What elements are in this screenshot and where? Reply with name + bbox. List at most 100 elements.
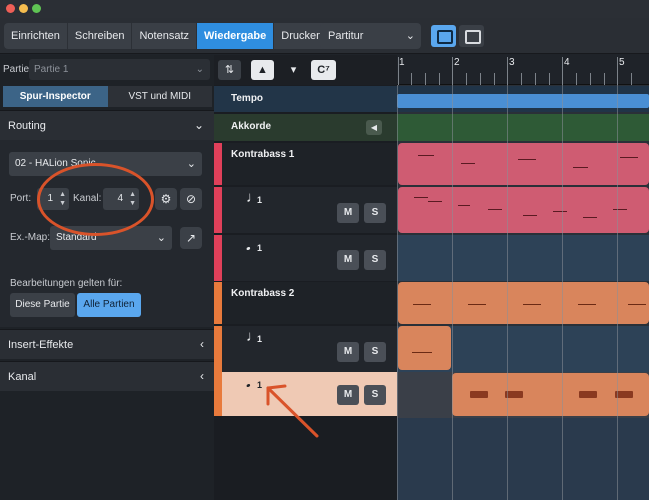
kanal-value: 4 xyxy=(117,193,123,204)
midi-note xyxy=(620,157,638,158)
gear-icon[interactable]: ⚙ xyxy=(155,188,177,210)
midi-note xyxy=(523,304,541,305)
partie-select[interactable]: Partie 1 ⌄ xyxy=(29,59,210,80)
metronome-icon[interactable]: ▲ xyxy=(251,60,274,80)
kb1-voice1-region[interactable] xyxy=(398,187,649,233)
chevron-left-icon: ‹ xyxy=(200,337,204,351)
channel-section-header[interactable]: Kanal ‹ xyxy=(0,361,214,391)
timeline[interactable]: 1 2 3 4 5 xyxy=(397,55,649,500)
routing-body: 02 - HALion Sonic ⌄ Port: 1 ▲ ▼ Kanal: 4 … xyxy=(0,140,214,327)
bar-number: 5 xyxy=(619,57,625,68)
kb1-color-bar xyxy=(214,235,222,281)
left-panel: Partie: Partie 1 ⌄ Spur-Inspector VST un… xyxy=(0,55,214,500)
tempo-region[interactable] xyxy=(397,94,649,108)
kb2-track[interactable]: Kontrabass 2 xyxy=(214,282,397,324)
solo-button[interactable]: S xyxy=(364,250,386,270)
chevron-left-icon[interactable]: ◀ xyxy=(366,120,382,135)
mute-button[interactable]: M xyxy=(337,203,359,223)
kb1-voice2-track[interactable]: 𝅘 1 M S xyxy=(214,235,397,281)
bar-number: 4 xyxy=(564,57,570,68)
close-window-icon[interactable] xyxy=(6,4,15,13)
midi-note xyxy=(553,211,567,212)
ruler-tick xyxy=(439,73,440,85)
empty-lane xyxy=(397,418,649,500)
edit-expression-map-icon[interactable]: ↗ xyxy=(180,227,202,249)
mode-schreiben[interactable]: Schreiben xyxy=(68,23,133,49)
port-stepper[interactable]: 1 ▲ ▼ xyxy=(37,188,69,210)
kb2-region[interactable] xyxy=(398,282,649,324)
channel-title: Kanal xyxy=(8,371,37,383)
mute-button[interactable]: M xyxy=(337,342,359,362)
midi-note xyxy=(583,217,597,218)
tempo-track-name: Tempo xyxy=(231,93,264,104)
bar-number: 1 xyxy=(399,57,405,68)
layout-select-value: Partitur xyxy=(328,30,364,42)
midi-note xyxy=(428,201,442,202)
kb1-region[interactable] xyxy=(398,143,649,185)
ruler-tick xyxy=(398,57,399,85)
kb2-voice1-track[interactable]: ♩ 1 M S xyxy=(214,326,397,372)
ruler-tick xyxy=(452,57,453,85)
tab-spur-inspector[interactable]: Spur-Inspector xyxy=(3,86,108,107)
midi-note xyxy=(579,391,597,398)
stem-note-icon: 𝅘 xyxy=(246,237,251,254)
tab-vst-midi[interactable]: VST und MIDI xyxy=(107,86,212,107)
ruler-tick xyxy=(494,73,495,85)
chevron-down-icon: ⌄ xyxy=(186,158,196,170)
kb1-track-name: Kontrabass 1 xyxy=(231,149,295,160)
midi-note xyxy=(458,205,470,206)
midi-note xyxy=(418,155,434,156)
chords-track[interactable]: Akkorde ◀ xyxy=(214,114,397,141)
chord-symbol-button[interactable]: C⁷ xyxy=(311,60,336,80)
ruler-tick xyxy=(466,73,467,85)
kb1-voice2-lane xyxy=(397,235,649,281)
track-visibility-icon[interactable]: ⇅ xyxy=(218,60,241,80)
layout-select[interactable]: Partitur ⌄ xyxy=(320,23,421,49)
instrument-select[interactable]: 02 - HALion Sonic ⌄ xyxy=(9,152,202,176)
mode-einrichten[interactable]: Einrichten xyxy=(4,23,68,49)
partie-row: Partie: Partie 1 ⌄ xyxy=(0,55,214,83)
mode-notensatz[interactable]: Notensatz xyxy=(132,23,197,49)
marker-icon[interactable]: ▾ xyxy=(282,60,305,80)
midi-note xyxy=(628,304,646,305)
solo-button[interactable]: S xyxy=(364,342,386,362)
barline xyxy=(507,85,508,500)
mute-button[interactable]: M xyxy=(337,250,359,270)
view-page-button[interactable] xyxy=(459,25,484,47)
kb2-color-bar xyxy=(214,372,222,416)
kb2-voice1-region[interactable] xyxy=(398,326,451,370)
routing-title: Routing xyxy=(8,120,46,132)
midi-note xyxy=(578,304,596,305)
chevron-down-icon: ⌄ xyxy=(195,64,204,75)
exmap-select[interactable]: Standard ⌄ xyxy=(50,226,172,250)
midi-note xyxy=(470,391,488,398)
solo-button[interactable]: S xyxy=(364,203,386,223)
kanal-stepper[interactable]: 4 ▲ ▼ xyxy=(103,188,139,210)
midi-note xyxy=(461,163,475,164)
barline xyxy=(452,85,453,500)
port-label: Port: xyxy=(10,193,32,204)
all-parts-button[interactable]: Alle Partien xyxy=(77,293,141,317)
barline xyxy=(397,85,398,500)
tempo-track[interactable]: Tempo xyxy=(214,86,397,112)
minimize-window-icon[interactable] xyxy=(19,4,28,13)
kb1-track[interactable]: Kontrabass 1 xyxy=(214,143,397,185)
mode-wiedergabe[interactable]: Wiedergabe xyxy=(197,23,275,49)
midi-note xyxy=(488,209,502,210)
chevron-down-icon: ⌄ xyxy=(193,118,204,132)
ruler[interactable]: 1 2 3 4 5 xyxy=(397,55,649,85)
mute-button[interactable]: M xyxy=(337,385,359,405)
exmap-label: Ex.-Map: xyxy=(10,232,51,243)
view-galley-button[interactable] xyxy=(431,25,456,47)
partie-select-value: Partie 1 xyxy=(34,64,69,75)
solo-button[interactable]: S xyxy=(364,385,386,405)
this-part-button[interactable]: Diese Partie xyxy=(10,293,75,317)
reset-icon[interactable]: ⊘ xyxy=(180,188,202,210)
ruler-tick xyxy=(549,73,550,85)
kb1-voice1-track[interactable]: ♩ 1 M S xyxy=(214,187,397,233)
kb2-color-bar xyxy=(214,326,222,372)
insert-effects-header[interactable]: Insert-Effekte ‹ xyxy=(0,329,214,359)
zoom-window-icon[interactable] xyxy=(32,4,41,13)
routing-section-header[interactable]: Routing ⌄ xyxy=(0,110,214,140)
kb2-voice2-region[interactable] xyxy=(452,373,649,416)
